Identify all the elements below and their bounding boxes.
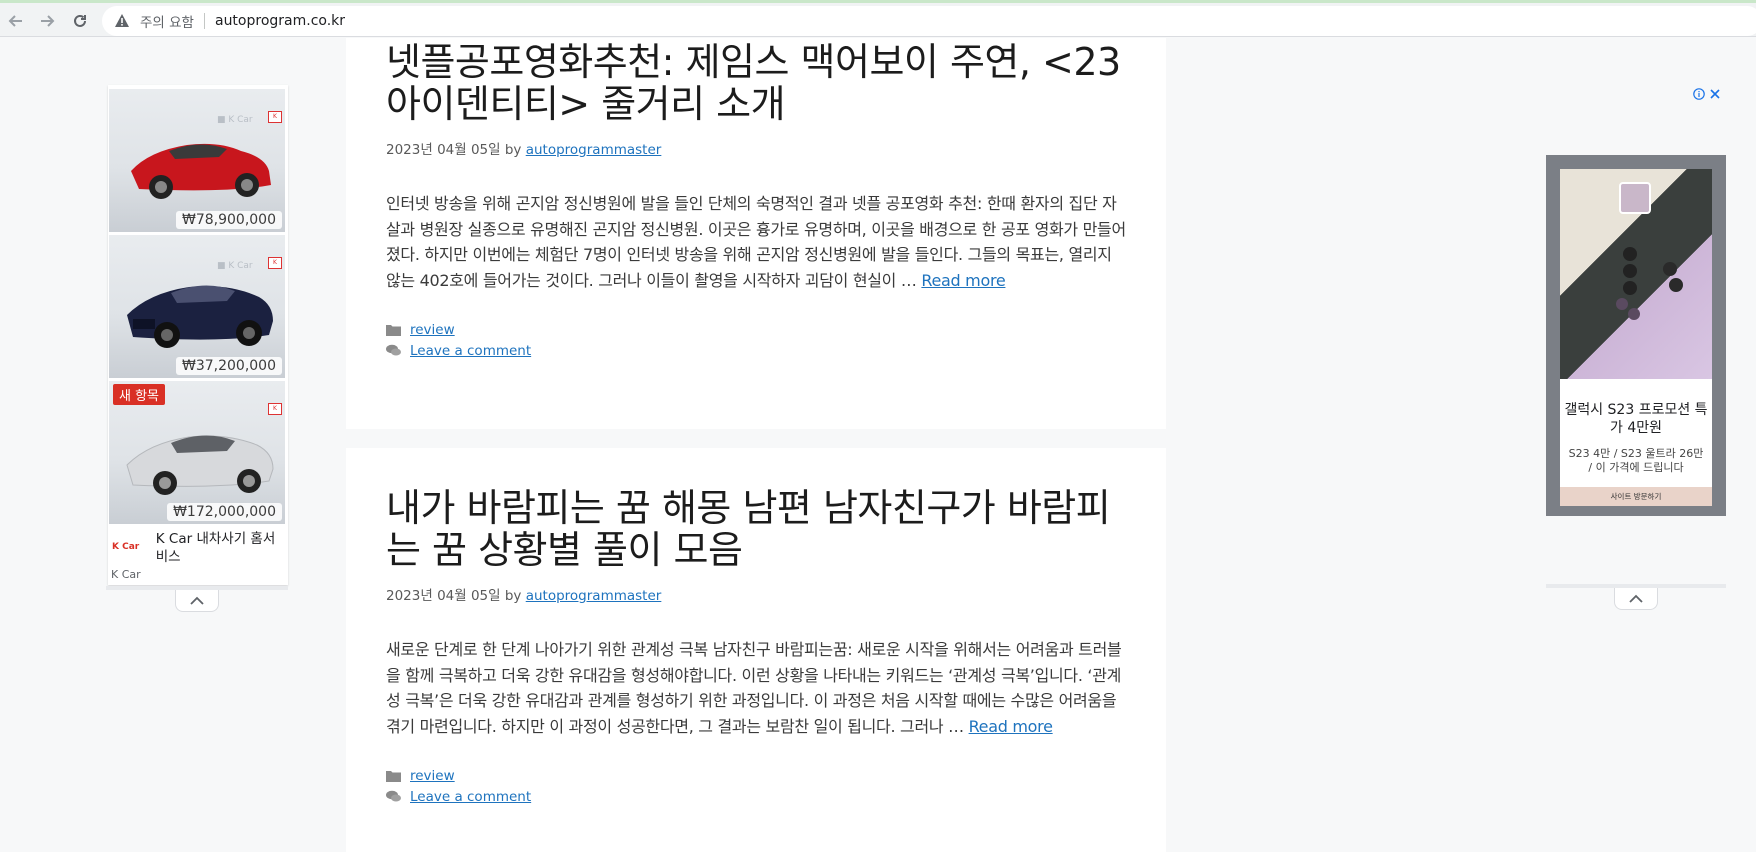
post-meta: 2023년 04월 05일 by autoprogrammaster	[386, 584, 1126, 604]
reload-icon[interactable]	[68, 9, 92, 33]
ad-price: ₩78,900,000	[175, 211, 282, 229]
leave-comment-link[interactable]: Leave a comment	[410, 343, 531, 359]
close-icon[interactable]	[1709, 85, 1721, 104]
advertiser-name[interactable]: K Car 내차사기 홈서비스	[156, 530, 284, 566]
ad-product-tile[interactable]: ■ K Car K ₩78,900,000	[109, 89, 285, 232]
by-label: by	[504, 588, 522, 604]
back-icon[interactable]	[4, 9, 28, 33]
post-meta: 2023년 04월 05일 by autoprogrammaster	[386, 138, 1126, 158]
post-footer: review Leave a comment	[386, 319, 1126, 361]
advertiser-row[interactable]: K Car K Car 내차사기 홈서비스	[108, 526, 288, 568]
ad-title[interactable]: 갤럭시 S23 프로모션 특가 4만원	[1560, 401, 1712, 437]
ad-controls	[1693, 85, 1721, 104]
ad-price: ₩172,000,000	[167, 503, 282, 521]
chevron-up-icon	[189, 591, 205, 610]
left-ad[interactable]: ■ K Car K ₩78,900,000 ■ K Car K ₩37,200,…	[108, 85, 288, 585]
ad-creative[interactable]: 갤럭시 S23 프로모션 특가 4만원 S23 4만 / S23 울트라 26만…	[1560, 169, 1712, 506]
info-icon[interactable]	[1693, 85, 1705, 104]
comments-icon	[386, 344, 402, 358]
post-card: 넷플공포영화추천: 제임스 맥어보이 주연, <23 아이덴티티> 줄거리 소개…	[346, 38, 1166, 429]
phone-image	[1560, 169, 1712, 379]
right-ad[interactable]: 갤럭시 S23 프로모션 특가 4만원 S23 4만 / S23 울트라 26만…	[1546, 155, 1726, 516]
watermark-logo: ■ K Car	[217, 115, 253, 125]
divider	[203, 13, 205, 29]
advertiser-label: K Car	[111, 568, 141, 581]
kcar-logo: K Car	[112, 542, 140, 552]
excerpt-text: 인터넷 방송을 위해 곤지암 정신병원에 발을 들인 단체의 숙명적인 결과 넷…	[386, 194, 1126, 290]
warning-triangle-icon[interactable]	[114, 12, 132, 30]
read-more-link[interactable]: Read more	[921, 271, 1005, 290]
ad-subtitle: S23 4만 / S23 울트라 26만 / 이 가격에 드립니다	[1568, 447, 1704, 474]
category-link[interactable]: review	[410, 322, 455, 338]
ad-price: ₩37,200,000	[175, 357, 282, 375]
post-excerpt: 인터넷 방송을 위해 곤지암 정신병원에 발을 들인 단체의 숙명적인 결과 넷…	[386, 191, 1126, 293]
by-label: by	[504, 142, 522, 158]
folder-icon	[386, 769, 402, 783]
post-title[interactable]: 넷플공포영화추천: 제임스 맥어보이 주연, <23 아이덴티티> 줄거리 소개	[386, 41, 1126, 125]
ad-product-tile[interactable]: ■ K Car K ₩37,200,000	[109, 235, 285, 378]
kcar-badge-icon: K	[268, 257, 282, 269]
watermark-logo: ■ K Car	[217, 261, 253, 271]
post-date: 2023년 04월 05일	[386, 142, 501, 158]
chevron-up-icon	[1628, 589, 1644, 608]
security-warning[interactable]: 주의 요함	[140, 11, 194, 31]
ad-product-tile[interactable]: K 새 항목 ₩172,000,000	[109, 381, 285, 524]
collapse-ad-button[interactable]	[175, 590, 219, 612]
visit-site-button[interactable]: 사이트 방문하기	[1560, 487, 1712, 506]
author-link[interactable]: autoprogrammaster	[526, 588, 662, 604]
address-bar[interactable]: 주의 요함 autoprogram.co.kr	[102, 6, 1756, 36]
post-date: 2023년 04월 05일	[386, 588, 501, 604]
author-link[interactable]: autoprogrammaster	[526, 142, 662, 158]
read-more-link[interactable]: Read more	[969, 717, 1053, 736]
comments-icon	[386, 790, 402, 804]
forward-icon[interactable]	[35, 9, 59, 33]
folder-icon	[386, 323, 402, 337]
new-item-badge: 새 항목	[113, 384, 166, 405]
url-text[interactable]: autoprogram.co.kr	[215, 13, 345, 29]
leave-comment-link[interactable]: Leave a comment	[410, 789, 531, 805]
category-link[interactable]: review	[410, 768, 455, 784]
post-excerpt: 새로운 단계로 한 단계 나아가기 위한 관계성 극복 남자친구 바람피는꿈: …	[386, 637, 1126, 739]
browser-toolbar: 주의 요함 autoprogram.co.kr	[0, 0, 1756, 37]
collapse-ad-button[interactable]	[1614, 588, 1658, 610]
kcar-badge-icon: K	[268, 111, 282, 123]
post-title[interactable]: 내가 바람피는 꿈 해몽 남편 남자친구가 바람피는 꿈 상황별 풀이 모음	[386, 487, 1126, 571]
post-card: 내가 바람피는 꿈 해몽 남편 남자친구가 바람피는 꿈 상황별 풀이 모음 2…	[346, 448, 1166, 852]
post-footer: review Leave a comment	[386, 765, 1126, 807]
kcar-badge-icon: K	[268, 403, 282, 415]
